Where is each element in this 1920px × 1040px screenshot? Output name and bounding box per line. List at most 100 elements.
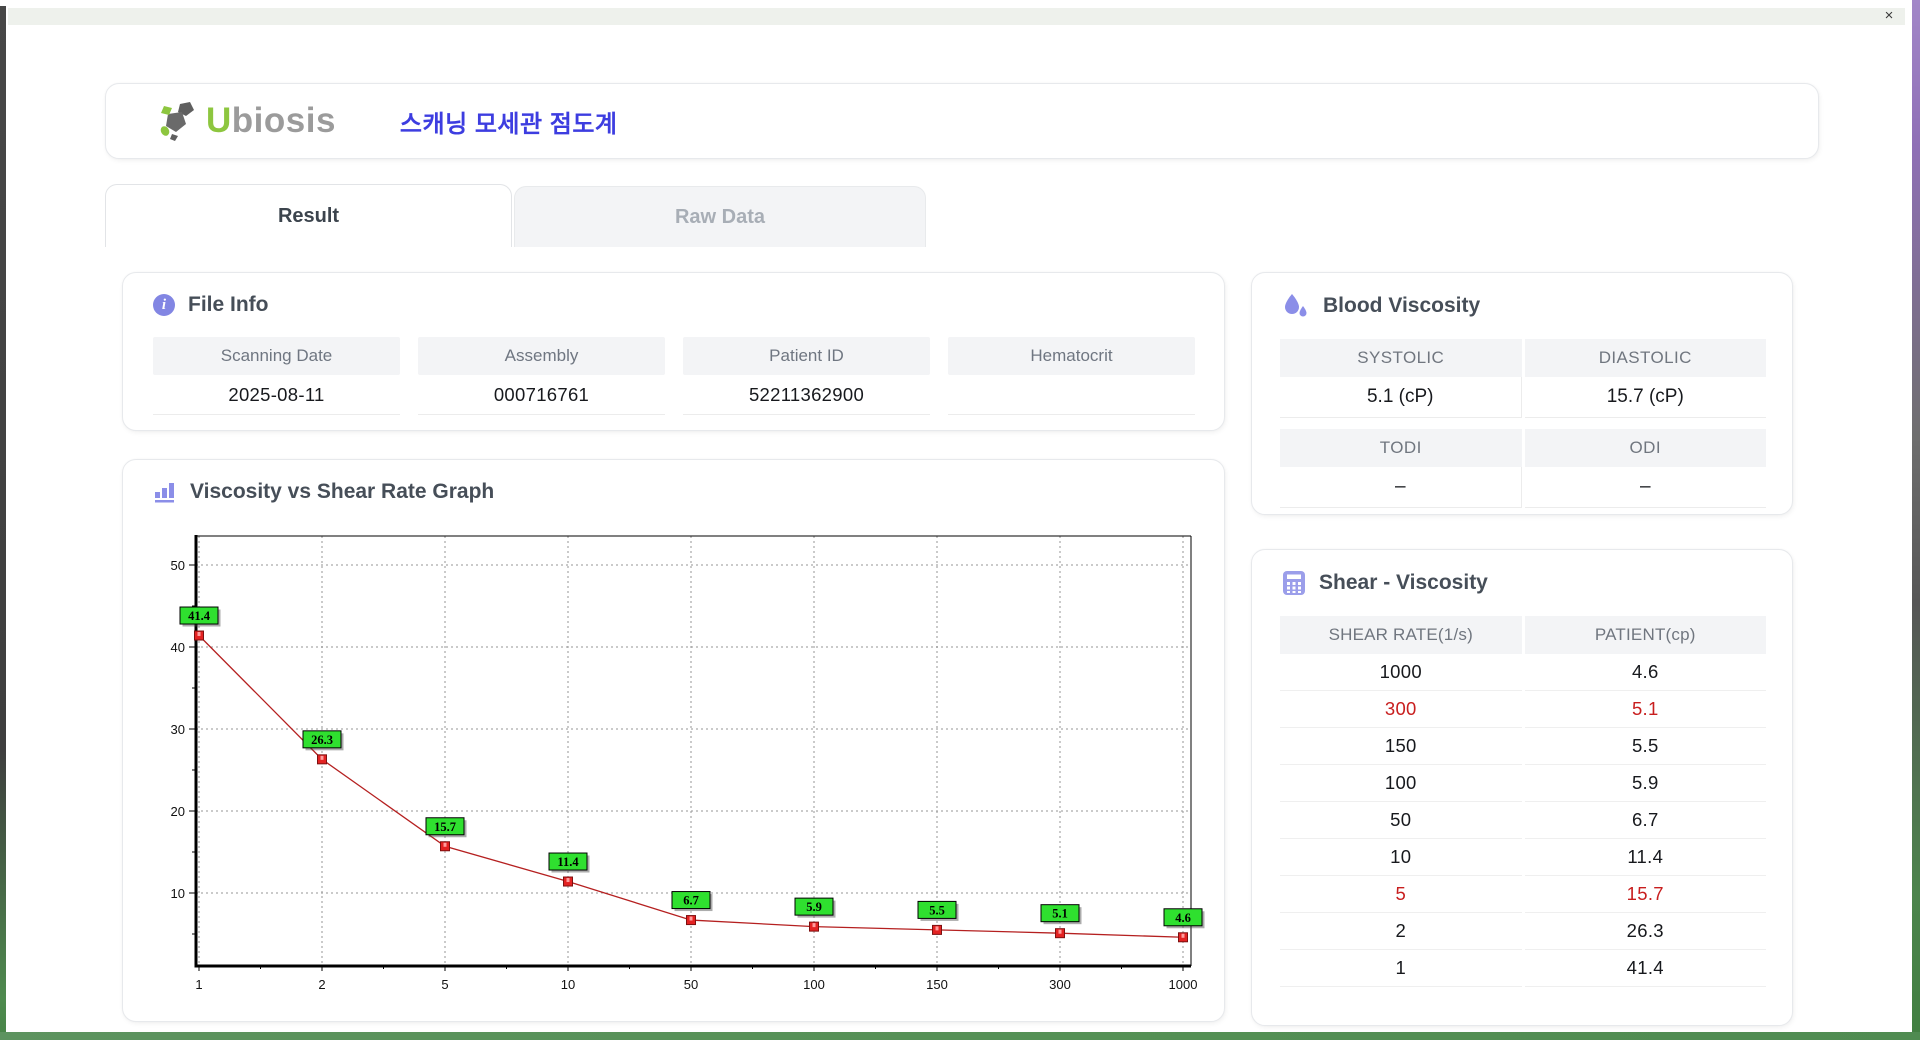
field-assembly: Assembly 000716761 xyxy=(418,337,665,415)
logo-text-u: U xyxy=(206,101,232,140)
svg-text:1: 1 xyxy=(195,977,202,992)
sv-patient-value: 41.4 xyxy=(1524,950,1766,987)
svg-text:5: 5 xyxy=(441,977,448,992)
field-label: Hematocrit xyxy=(948,337,1195,375)
bv-header-todi: TODI xyxy=(1280,429,1522,467)
field-label: Assembly xyxy=(418,337,665,375)
shear-viscosity-card: Shear - Viscosity SHEAR RATE(1/s) PATIEN… xyxy=(1251,549,1793,1026)
blood-viscosity-title: Blood Viscosity xyxy=(1323,294,1481,317)
sv-shear-value: 2 xyxy=(1280,913,1522,950)
sv-rows: 1000 4.6 300 5.1 150 5.5 100 5.9 50 6.7 10 11.4 5 15.… xyxy=(1280,654,1766,987)
sv-shear-value: 5 xyxy=(1280,876,1522,913)
svg-text:300: 300 xyxy=(1049,977,1071,992)
svg-text:2: 2 xyxy=(318,977,325,992)
field-value: 52211362900 xyxy=(683,375,930,415)
tab-raw-data[interactable]: Raw Data xyxy=(514,186,926,247)
field-hematocrit: Hematocrit xyxy=(948,337,1195,415)
close-button[interactable]: × xyxy=(1879,8,1899,25)
field-value: 2025-08-11 xyxy=(153,375,400,415)
svg-text:11.4: 11.4 xyxy=(557,855,579,869)
viscosity-graph-card: Viscosity vs Shear Rate Graph 10 20 30 40 50… xyxy=(122,459,1225,1022)
sv-col-shear-rate: SHEAR RATE(1/s) xyxy=(1280,616,1522,654)
window-border-bottom xyxy=(0,1032,1920,1040)
sv-patient-value: 4.6 xyxy=(1524,654,1766,691)
shear-viscosity-title: Shear - Viscosity xyxy=(1319,571,1488,594)
sv-shear-value: 50 xyxy=(1280,802,1522,839)
file-info-fields: Scanning Date 2025-08-11 Assembly 000716… xyxy=(153,337,1195,415)
shear-viscosity-row: 300 5.1 xyxy=(1280,691,1766,728)
tab-result[interactable]: Result xyxy=(105,184,512,247)
sv-shear-value: 1 xyxy=(1280,950,1522,987)
window-border-right xyxy=(1912,0,1920,1040)
svg-text:5.5: 5.5 xyxy=(929,903,945,917)
bv-value-diastolic: 15.7 (cP) xyxy=(1524,377,1766,418)
bv-header-diastolic: DIASTOLIC xyxy=(1524,339,1766,377)
bv-value-odi: – xyxy=(1524,467,1766,508)
sv-shear-value: 1000 xyxy=(1280,654,1522,691)
svg-text:1000: 1000 xyxy=(1169,977,1198,992)
svg-text:50: 50 xyxy=(684,977,698,992)
sv-col-patient: PATIENT(cp) xyxy=(1524,616,1766,654)
sv-shear-value: 300 xyxy=(1280,691,1522,728)
svg-text:4.6: 4.6 xyxy=(1175,911,1191,925)
svg-text:15.7: 15.7 xyxy=(434,820,456,834)
header-card: Ubiosis 스캐닝 모세관 점도계 xyxy=(105,83,1819,159)
file-info-title: File Info xyxy=(188,293,269,316)
svg-text:50: 50 xyxy=(171,558,185,573)
blood-viscosity-table: SYSTOLIC DIASTOLIC 5.1 (cP) 15.7 (cP) TO… xyxy=(1280,339,1766,508)
field-label: Patient ID xyxy=(683,337,930,375)
sv-patient-value: 6.7 xyxy=(1524,802,1766,839)
window-titlebar: × xyxy=(8,8,1905,25)
svg-text:6.7: 6.7 xyxy=(683,894,699,908)
shear-viscosity-row: 1000 4.6 xyxy=(1280,654,1766,691)
sv-patient-value: 26.3 xyxy=(1524,913,1766,950)
shear-viscosity-row: 100 5.9 xyxy=(1280,765,1766,802)
sv-patient-value: 5.1 xyxy=(1524,691,1766,728)
file-info-card: i File Info Scanning Date 2025-08-11 Ass… xyxy=(122,272,1225,431)
info-icon: i xyxy=(153,294,175,316)
shear-viscosity-table: SHEAR RATE(1/s) PATIENT(cp) 1000 4.6 300 5.… xyxy=(1280,616,1766,987)
svg-text:30: 30 xyxy=(171,722,185,737)
logo-text: Ubiosis xyxy=(206,101,336,141)
sv-patient-value: 5.9 xyxy=(1524,765,1766,802)
viscosity-chart: 10 20 30 40 50 1 2 5 10 50 100 150 300 1000 41.4 26.3 15… xyxy=(171,535,1205,992)
logo-text-rest: biosis xyxy=(231,101,336,140)
sv-patient-value: 11.4 xyxy=(1524,839,1766,876)
sv-patient-value: 5.5 xyxy=(1524,728,1766,765)
bv-header-systolic: SYSTOLIC xyxy=(1280,339,1522,377)
app-title: 스캐닝 모세관 점도계 xyxy=(399,110,618,138)
shear-viscosity-row: 1 41.4 xyxy=(1280,950,1766,987)
sv-shear-value: 10 xyxy=(1280,839,1522,876)
svg-text:10: 10 xyxy=(561,977,575,992)
blood-viscosity-card: Blood Viscosity SYSTOLIC DIASTOLIC 5.1 (… xyxy=(1251,272,1793,515)
svg-text:40: 40 xyxy=(171,640,185,655)
shear-viscosity-row: 10 11.4 xyxy=(1280,839,1766,876)
shear-viscosity-row: 50 6.7 xyxy=(1280,802,1766,839)
field-value: 000716761 xyxy=(418,375,665,415)
bv-value-systolic: 5.1 (cP) xyxy=(1280,377,1522,418)
field-scanning-date: Scanning Date 2025-08-11 xyxy=(153,337,400,415)
shear-viscosity-row: 150 5.5 xyxy=(1280,728,1766,765)
svg-text:5.9: 5.9 xyxy=(806,900,822,914)
sv-patient-value: 15.7 xyxy=(1524,876,1766,913)
svg-text:20: 20 xyxy=(171,804,185,819)
window-border-left xyxy=(0,6,6,1040)
sv-shear-value: 100 xyxy=(1280,765,1522,802)
bv-header-odi: ODI xyxy=(1524,429,1766,467)
shear-viscosity-row: 5 15.7 xyxy=(1280,876,1766,913)
svg-text:150: 150 xyxy=(926,977,948,992)
svg-text:100: 100 xyxy=(803,977,825,992)
ubiosis-logo: Ubiosis xyxy=(156,98,336,144)
field-value xyxy=(948,375,1195,415)
calculator-icon xyxy=(1282,570,1306,596)
field-label: Scanning Date xyxy=(153,337,400,375)
svg-text:41.4: 41.4 xyxy=(188,609,211,623)
svg-text:10: 10 xyxy=(171,886,185,901)
svg-text:5.1: 5.1 xyxy=(1052,907,1068,921)
bv-value-todi: – xyxy=(1280,467,1522,508)
sv-shear-value: 150 xyxy=(1280,728,1522,765)
blood-drops-icon xyxy=(1282,293,1310,319)
svg-text:26.3: 26.3 xyxy=(311,733,333,747)
bar-chart-icon xyxy=(153,480,177,504)
ubiosis-logo-icon xyxy=(156,98,202,144)
